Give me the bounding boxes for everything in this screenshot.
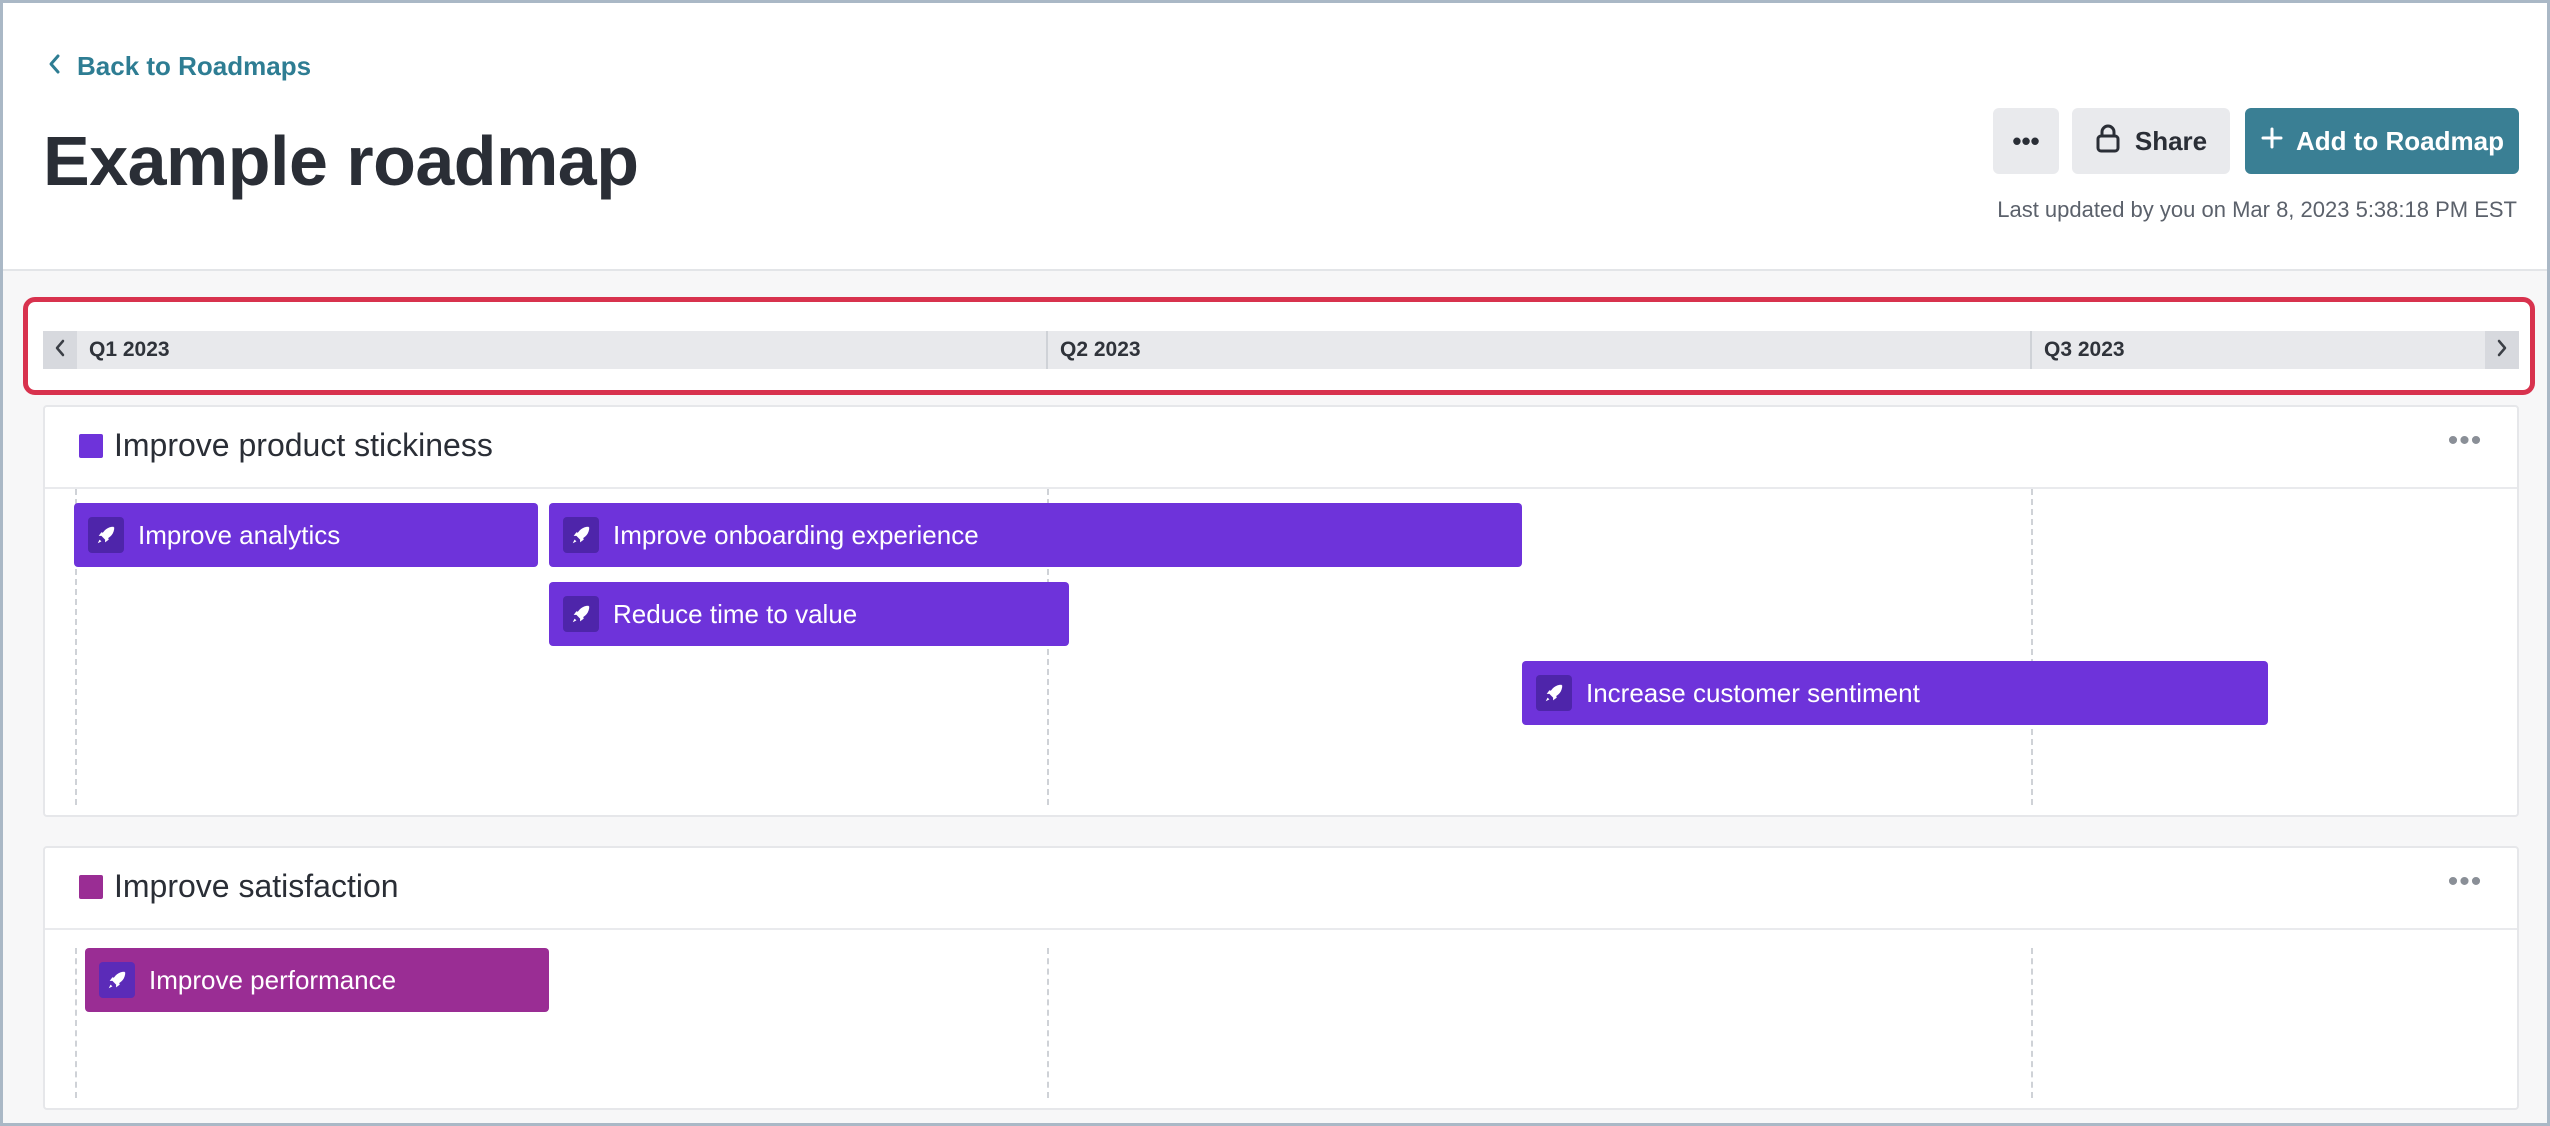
chevron-left-icon bbox=[47, 51, 63, 82]
roadmap-item-label: Improve performance bbox=[149, 964, 397, 995]
roadmap-item[interactable]: Improve onboarding experience bbox=[549, 503, 1522, 567]
lane-menu-button[interactable]: ••• bbox=[2443, 867, 2487, 902]
rocket-icon bbox=[99, 962, 135, 998]
last-updated-text: Last updated by you on Mar 8, 2023 5:38:… bbox=[1997, 197, 2517, 222]
rocket-icon bbox=[563, 517, 599, 553]
roadmap-item-label: Reduce time to value bbox=[613, 598, 858, 629]
lane-improve-satisfaction: Improve satisfaction ••• Improve perform… bbox=[43, 846, 2519, 1110]
roadmap-item[interactable]: Improve performance bbox=[85, 948, 549, 1012]
lane-improve-product-stickiness: Improve product stickiness ••• Improve a… bbox=[43, 405, 2519, 817]
share-button[interactable]: Share bbox=[2072, 108, 2230, 174]
lane-title: Improve satisfaction bbox=[114, 868, 399, 904]
page-title: Example roadmap bbox=[43, 122, 639, 200]
lane-color-swatch bbox=[79, 434, 103, 458]
lane-header: Improve product stickiness ••• bbox=[45, 407, 2517, 489]
roadmap-item-label: Increase customer sentiment bbox=[1586, 677, 1920, 708]
timeline-next-button[interactable] bbox=[2485, 331, 2519, 369]
quarter-label-q1: Q1 2023 bbox=[89, 338, 170, 361]
quarter-label-q2: Q2 2023 bbox=[1060, 338, 1141, 361]
more-options-button[interactable]: ••• bbox=[1993, 108, 2059, 174]
rocket-icon bbox=[1536, 675, 1572, 711]
add-button-label: Add to Roadmap bbox=[2296, 125, 2504, 156]
more-dots-icon: ••• bbox=[2012, 125, 2040, 156]
quarter-gridline bbox=[75, 948, 77, 1098]
share-button-label: Share bbox=[2134, 125, 2208, 156]
lock-icon bbox=[2095, 123, 2121, 160]
timeline-prev-button[interactable] bbox=[43, 331, 77, 369]
lane-title: Improve product stickiness bbox=[114, 427, 493, 463]
roadmap-item[interactable]: Reduce time to value bbox=[549, 582, 1069, 646]
add-to-roadmap-button[interactable]: Add to Roadmap bbox=[2245, 108, 2519, 174]
lane-header: Improve satisfaction ••• bbox=[45, 848, 2517, 930]
quarter-gridline bbox=[2031, 489, 2033, 805]
chevron-right-icon bbox=[2495, 338, 2509, 363]
quarter-gridline bbox=[2031, 948, 2033, 1098]
quarter-gridline bbox=[1047, 948, 1049, 1098]
rocket-icon bbox=[88, 517, 124, 553]
rocket-icon bbox=[563, 596, 599, 632]
roadmap-item[interactable]: Increase customer sentiment bbox=[1522, 661, 2268, 725]
page-header: Back to Roadmaps Example roadmap ••• Sha… bbox=[3, 3, 2547, 271]
lane-color-swatch bbox=[79, 875, 103, 899]
back-link-label: Back to Roadmaps bbox=[77, 51, 312, 81]
chevron-left-icon bbox=[53, 338, 67, 363]
roadmap-item-label: Improve onboarding experience bbox=[613, 519, 979, 550]
quarter-label-q3: Q3 2023 bbox=[2044, 338, 2125, 361]
roadmap-item[interactable]: Improve analytics bbox=[74, 503, 538, 567]
back-to-roadmaps-link[interactable]: Back to Roadmaps bbox=[47, 51, 311, 82]
roadmap-item-label: Improve analytics bbox=[138, 519, 341, 550]
lane-menu-button[interactable]: ••• bbox=[2443, 426, 2487, 461]
plus-icon bbox=[2260, 126, 2284, 157]
timeline-header: Q1 2023 Q2 2023 Q3 2023 bbox=[43, 331, 2519, 369]
